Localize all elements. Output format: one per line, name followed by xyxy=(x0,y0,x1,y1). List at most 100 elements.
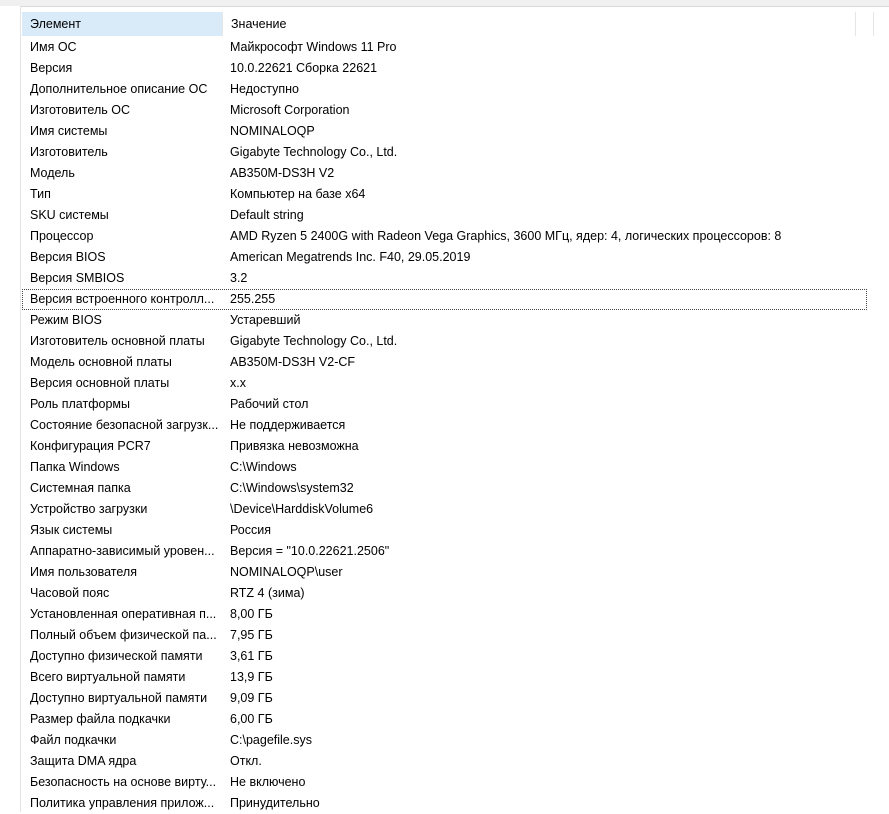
list-row[interactable]: Процессор AMD Ryzen 5 2400G with Radeon V… xyxy=(22,226,867,247)
row-element-value: C:\pagefile.sys xyxy=(230,733,312,747)
list-row[interactable]: Установленная оперативная п... 8,00 ГБ xyxy=(22,604,867,625)
row-element-value: AMD Ryzen 5 2400G with Radeon Vega Graph… xyxy=(230,229,782,243)
list-row[interactable]: Конфигурация PCR7 Привязка невозможна xyxy=(22,436,867,457)
header-edge xyxy=(873,12,874,36)
row-element-value: Gigabyte Technology Co., Ltd. xyxy=(230,145,398,159)
row-element-value: Привязка невозможна xyxy=(230,439,359,453)
list-row[interactable]: Безопасность на основе вирту... Не включе… xyxy=(22,772,867,793)
row-element-name: Состояние безопасной загрузк... xyxy=(30,418,219,432)
list-row[interactable]: Устройство загрузки \Device\HarddiskVolum… xyxy=(22,499,867,520)
row-element-value: NOMINALOQP xyxy=(230,124,315,138)
list-row[interactable]: Полный объем физической па... 7,95 ГБ xyxy=(22,625,867,646)
row-element-name: Часовой пояс xyxy=(30,586,110,600)
list-row[interactable]: Режим BIOS Устаревший xyxy=(22,310,867,331)
row-element-value: Default string xyxy=(230,208,304,222)
list-row[interactable]: Часовой пояс RTZ 4 (зима) xyxy=(22,583,867,604)
row-element-name: Доступно физической памяти xyxy=(30,649,203,663)
row-element-name: Изготовитель xyxy=(30,145,108,159)
list-row[interactable]: Состояние безопасной загрузк... Не поддер… xyxy=(22,415,867,436)
list-row[interactable]: Роль платформы Рабочий стол xyxy=(22,394,867,415)
row-element-name: Политика управления прилож... xyxy=(30,796,215,810)
list-row[interactable]: Изготовитель ОС Microsoft Corporation xyxy=(22,100,867,121)
row-element-name: Доступно виртуальной памяти xyxy=(30,691,208,705)
list-row[interactable]: Версия BIOS American Megatrends Inc. F40,… xyxy=(22,247,867,268)
row-element-value: 6,00 ГБ xyxy=(230,712,273,726)
row-element-name: Модель основной платы xyxy=(30,355,172,369)
row-element-value: Не поддерживается xyxy=(230,418,346,432)
list-row[interactable]: Имя ОС Майкрософт Windows 11 Pro xyxy=(22,37,867,58)
list-row[interactable]: Аппаратно-зависимый уровен... Версия = "1… xyxy=(22,541,867,562)
list-row[interactable]: Системная папка C:\Windows\system32 xyxy=(22,478,867,499)
row-element-name: Дополнительное описание ОС xyxy=(30,82,208,96)
row-element-value: x.x xyxy=(230,376,246,390)
row-element-name: Имя системы xyxy=(30,124,108,138)
row-element-name: Версия SMBIOS xyxy=(30,271,125,285)
list-row[interactable]: Дополнительное описание ОС Недоступно xyxy=(22,79,867,100)
row-element-value: 7,95 ГБ xyxy=(230,628,273,642)
list-row[interactable]: Модель AB350M-DS3H V2 xyxy=(22,163,867,184)
row-element-name: Защита DMA ядра xyxy=(30,754,137,768)
row-element-value: Майкрософт Windows 11 Pro xyxy=(230,40,397,54)
column-header-element[interactable]: Элемент xyxy=(22,12,223,36)
row-element-name: Папка Windows xyxy=(30,460,120,474)
row-element-name: Роль платформы xyxy=(30,397,130,411)
row-element-value: Gigabyte Technology Co., Ltd. xyxy=(230,334,398,348)
row-element-name: Версия основной платы xyxy=(30,376,170,390)
row-element-name: Версия xyxy=(30,61,73,75)
column-header-value[interactable]: Значение xyxy=(223,12,853,36)
row-element-name: Устройство загрузки xyxy=(30,502,148,516)
list-row[interactable]: Защита DMA ядра Откл. xyxy=(22,751,867,772)
list-row[interactable]: Всего виртуальной памяти 13,9 ГБ xyxy=(22,667,867,688)
system-info-window: Элемент Значение Имя ОС Майкрософт Window… xyxy=(0,0,889,812)
list-row[interactable]: Имя системы NOMINALOQP xyxy=(22,121,867,142)
top-border xyxy=(0,0,889,7)
row-element-value: 9,09 ГБ xyxy=(230,691,273,705)
list-row[interactable]: Доступно физической памяти 3,61 ГБ xyxy=(22,646,867,667)
row-element-name: Версия BIOS xyxy=(30,250,106,264)
row-element-value: Принудительно xyxy=(230,796,320,810)
list-row[interactable]: Размер файла подкачки 6,00 ГБ xyxy=(22,709,867,730)
row-element-name: Имя пользователя xyxy=(30,565,137,579)
row-element-name: Установленная оперативная п... xyxy=(30,607,217,621)
list-row[interactable]: SKU системы Default string xyxy=(22,205,867,226)
row-element-value: Россия xyxy=(230,523,271,537)
list-row[interactable]: Изготовитель Gigabyte Technology Co., Ltd… xyxy=(22,142,867,163)
list-row[interactable]: Имя пользователя NOMINALOQP\user xyxy=(22,562,867,583)
list-row[interactable]: Доступно виртуальной памяти 9,09 ГБ xyxy=(22,688,867,709)
row-element-value: 3,61 ГБ xyxy=(230,649,273,663)
row-element-value: C:\Windows xyxy=(230,460,297,474)
list-row[interactable]: Изготовитель основной платы Gigabyte Tech… xyxy=(22,331,867,352)
row-element-name: Аппаратно-зависимый уровен... xyxy=(30,544,215,558)
row-element-name: Процессор xyxy=(30,229,94,243)
row-element-value: Не включено xyxy=(230,775,306,789)
list-row[interactable]: Политика управления прилож... Принудитель… xyxy=(22,793,867,814)
row-element-name: Конфигурация PCR7 xyxy=(30,439,151,453)
row-element-value: \Device\HarddiskVolume6 xyxy=(230,502,374,516)
row-element-value: Устаревший xyxy=(230,313,301,327)
left-tree-pane-edge xyxy=(0,6,21,812)
list-row[interactable]: Версия основной платы x.x xyxy=(22,373,867,394)
row-element-name: Режим BIOS xyxy=(30,313,102,327)
row-element-name: Модель xyxy=(30,166,75,180)
row-element-value: Microsoft Corporation xyxy=(230,103,350,117)
list-row[interactable]: Версия 10.0.22621 Сборка 22621 xyxy=(22,58,867,79)
row-element-value: Откл. xyxy=(230,754,262,768)
row-element-value: Компьютер на базе x64 xyxy=(230,187,366,201)
list-row[interactable]: Тип Компьютер на базе x64 xyxy=(22,184,867,205)
row-element-name: SKU системы xyxy=(30,208,109,222)
list-row[interactable]: Версия SMBIOS 3.2 xyxy=(22,268,867,289)
list-row[interactable]: Файл подкачки C:\pagefile.sys xyxy=(22,730,867,751)
list-row[interactable]: Модель основной платы AB350M-DS3H V2-CF xyxy=(22,352,867,373)
row-element-value: 8,00 ГБ xyxy=(230,607,273,621)
row-element-value: American Megatrends Inc. F40, 29.05.2019 xyxy=(230,250,471,264)
row-element-value: Версия = "10.0.22621.2506" xyxy=(230,544,390,558)
list-row[interactable]: Язык системы Россия xyxy=(22,520,867,541)
column-resize-handle[interactable] xyxy=(855,12,856,36)
list-row[interactable]: Версия встроенного контролл... 255.255 xyxy=(22,289,867,310)
row-element-name: Имя ОС xyxy=(30,40,77,54)
row-element-name: Полный объем физической па... xyxy=(30,628,217,642)
row-element-name: Всего виртуальной памяти xyxy=(30,670,186,684)
row-element-value: 3.2 xyxy=(230,271,248,285)
list-row[interactable]: Папка Windows C:\Windows xyxy=(22,457,867,478)
row-element-value: NOMINALOQP\user xyxy=(230,565,343,579)
